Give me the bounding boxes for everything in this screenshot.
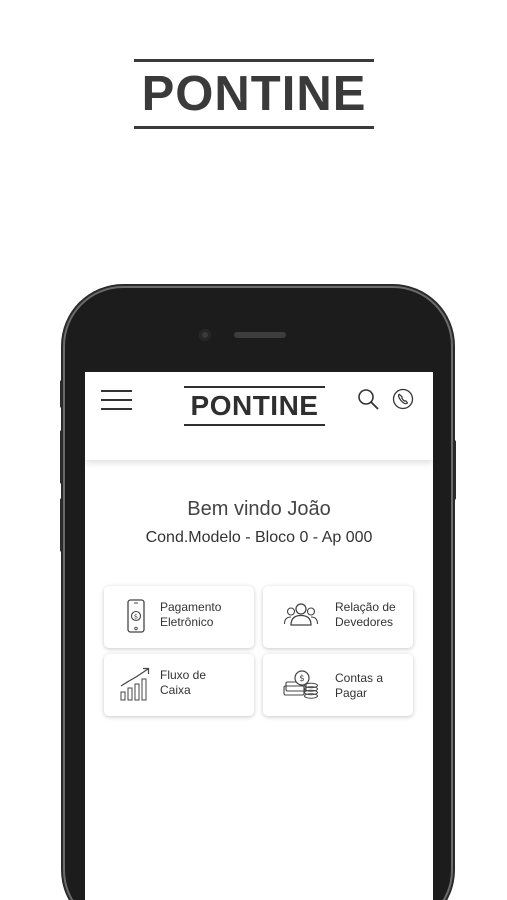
card-label: Fluxo de Caixa xyxy=(160,668,207,697)
logo-rule-bottom xyxy=(134,126,374,129)
phone-side-button xyxy=(60,380,64,408)
app-logo-rule-top xyxy=(184,386,325,388)
app-header: PONTINE xyxy=(85,372,433,460)
card-label: Pagamento Eletrônico xyxy=(160,600,222,629)
smartphone-payment-icon: $ xyxy=(127,599,145,633)
card-label: Contas a Pagar xyxy=(335,671,384,700)
svg-text:$: $ xyxy=(134,613,138,621)
electronic-payment-card[interactable]: $ Pagamento Eletrônico xyxy=(104,586,254,648)
app-screen: PONTINE Bem vindo João Cond.Modelo - Blo… xyxy=(85,372,433,900)
search-icon[interactable] xyxy=(357,388,379,410)
accounts-payable-card[interactable]: $ Contas a Pagar xyxy=(263,654,413,716)
app-logo-rule-bottom xyxy=(184,424,325,426)
cash-flow-card[interactable]: Fluxo de Caixa xyxy=(104,654,254,716)
phone-speaker xyxy=(234,332,286,338)
card-label: Relação de Devedores xyxy=(335,600,396,629)
brand-logo: PONTINE xyxy=(134,59,374,129)
phone-camera xyxy=(199,329,211,341)
svg-text:$: $ xyxy=(299,674,304,684)
page: PONTINE PONTINE Bem vindo João Cond.Mode… xyxy=(0,0,507,900)
welcome-message: Bem vindo João xyxy=(187,498,331,520)
menu-icon[interactable] xyxy=(101,390,132,410)
debtors-list-card[interactable]: Relação de Devedores xyxy=(263,586,413,648)
logo-rule-top xyxy=(134,59,374,62)
app-logo: PONTINE xyxy=(184,386,325,426)
phone-side-button xyxy=(60,430,64,484)
app-logo-text: PONTINE xyxy=(190,390,319,421)
money-stack-icon: $ xyxy=(283,670,318,699)
phone-side-button xyxy=(60,498,64,552)
phone-side-button xyxy=(452,440,456,500)
phone-call-icon[interactable] xyxy=(392,388,414,410)
brand-logo-text: PONTINE xyxy=(141,67,367,121)
cash-flow-chart-icon xyxy=(120,667,150,701)
condo-info: Cond.Modelo - Bloco 0 - Ap 000 xyxy=(145,529,373,546)
users-group-icon xyxy=(283,603,319,626)
